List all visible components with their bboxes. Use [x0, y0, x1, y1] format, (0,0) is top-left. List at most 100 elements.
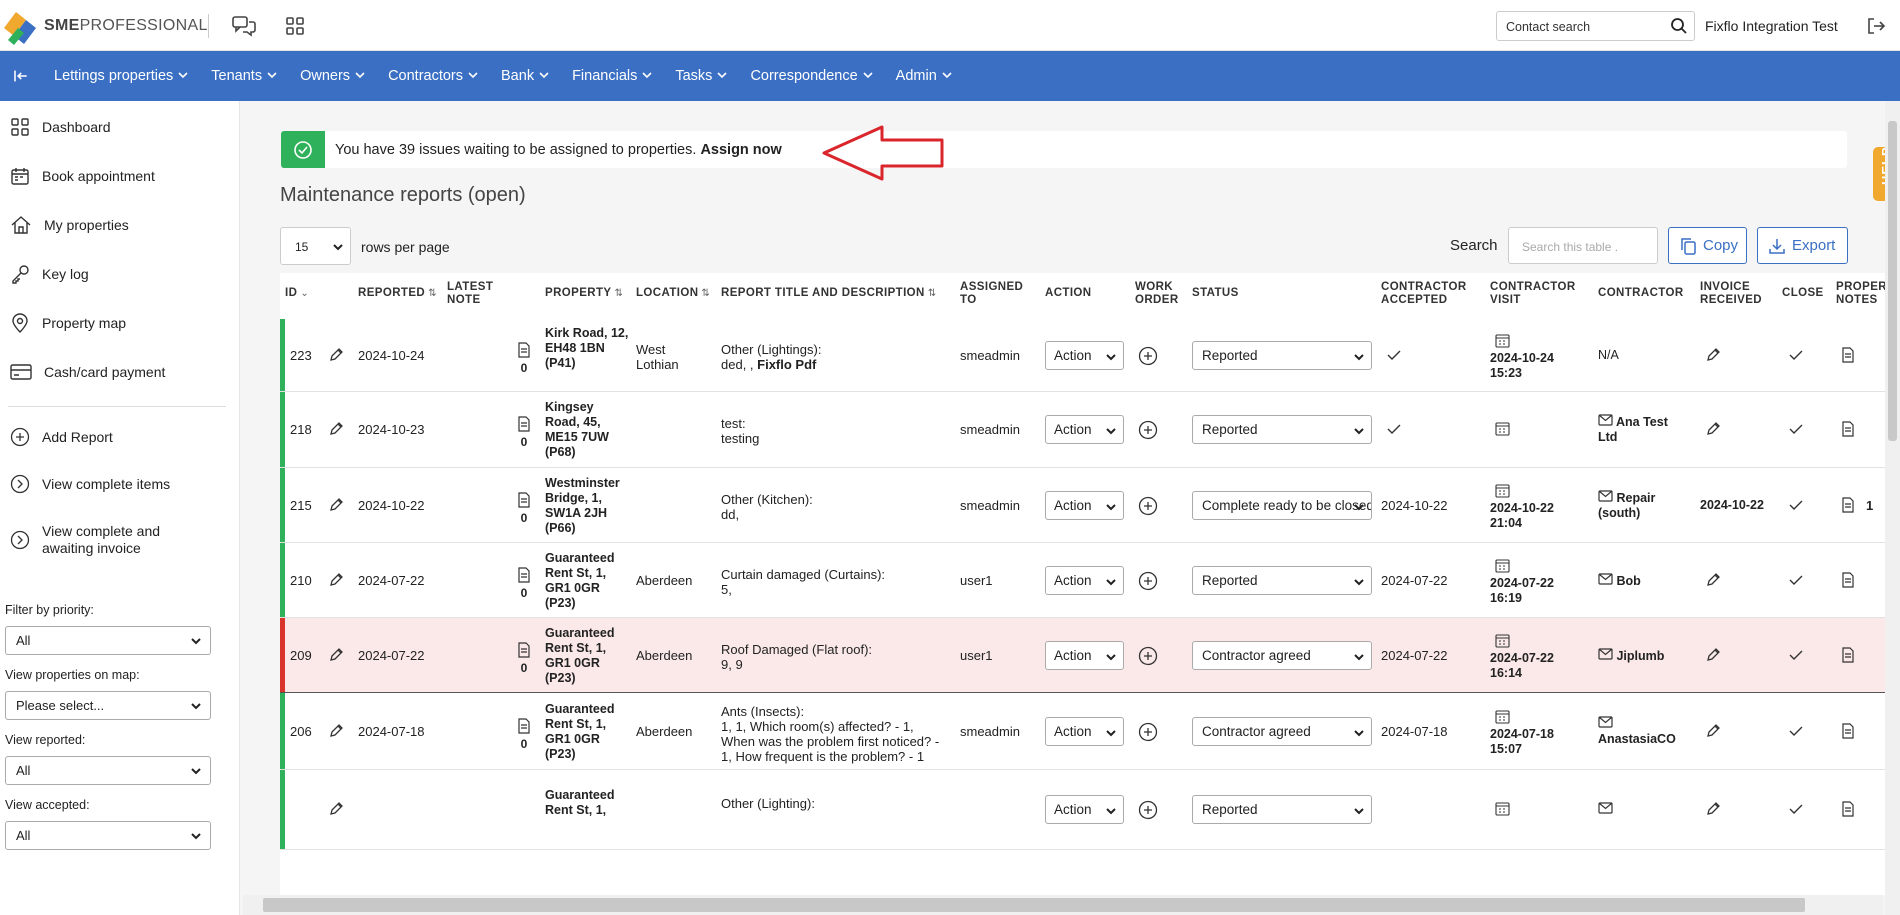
contractor-name[interactable]: Bob: [1598, 572, 1678, 589]
assign-now-link[interactable]: Assign now: [700, 142, 781, 158]
calendar-icon[interactable]: [1495, 333, 1510, 348]
col-assigned-to[interactable]: ASSIGNED TO: [960, 281, 1030, 307]
action-select[interactable]: Action: [1045, 716, 1124, 746]
report-description[interactable]: Other (Kitchen): dd,: [721, 492, 951, 522]
sidebar-item-key-log[interactable]: Key log: [10, 264, 89, 284]
check-icon[interactable]: [1788, 648, 1804, 662]
edit-pencil-icon[interactable]: [1705, 647, 1721, 663]
view-complete-items-link[interactable]: View complete items: [10, 474, 170, 494]
edit-pencil-icon[interactable]: [1705, 347, 1721, 363]
calendar-icon[interactable]: [1495, 709, 1510, 724]
property-link[interactable]: Kirk Road, 12, EH48 1BN (P41): [545, 326, 629, 371]
mail-icon[interactable]: [1598, 802, 1613, 814]
check-icon[interactable]: [1386, 422, 1402, 436]
edit-pencil-icon[interactable]: [328, 647, 344, 663]
calendar-icon[interactable]: [1495, 633, 1510, 648]
edit-pencil-icon[interactable]: [328, 723, 344, 739]
edit-pencil-icon[interactable]: [328, 421, 344, 437]
edit-pencil-icon[interactable]: [1705, 723, 1721, 739]
latest-note[interactable]: 0: [516, 566, 532, 600]
contractor-name[interactable]: Jiplumb: [1598, 647, 1678, 664]
nav-item-owners[interactable]: Owners: [300, 68, 366, 84]
nav-item-lettings-properties[interactable]: Lettings properties: [54, 68, 189, 84]
property-link[interactable]: Guaranteed Rent St, 1,: [545, 788, 629, 818]
add-work-order-icon[interactable]: [1138, 346, 1158, 366]
mail-icon[interactable]: [1598, 414, 1613, 426]
col-invoice-received[interactable]: INVOICE RECEIVED: [1700, 281, 1775, 307]
latest-note[interactable]: 0: [516, 341, 532, 375]
report-description[interactable]: Other (Lightings): ded, , Fixflo Pdf: [721, 342, 951, 372]
report-attachment[interactable]: Fixflo Pdf: [757, 357, 816, 372]
report-description[interactable]: test: testing: [721, 416, 951, 446]
property-link[interactable]: Guaranteed Rent St, 1, GR1 0GR (P23): [545, 626, 629, 686]
calendar-icon[interactable]: [1495, 421, 1510, 436]
note-document-icon[interactable]: [517, 717, 531, 734]
col-report-title[interactable]: REPORT TITLE AND DESCRIPTION ⇅: [721, 287, 937, 300]
contractor-visit[interactable]: 2024-07-22 16:19: [1490, 558, 1570, 606]
add-work-order-icon[interactable]: [1138, 800, 1158, 820]
calendar-icon[interactable]: [1495, 483, 1510, 498]
sidebar-item-my-properties[interactable]: My properties: [10, 215, 129, 235]
accepted-filter-select[interactable]: All: [5, 821, 211, 850]
edit-pencil-icon[interactable]: [328, 801, 344, 817]
contractor-name[interactable]: [1598, 802, 1678, 818]
vertical-scroll-thumb[interactable]: [1888, 121, 1897, 441]
nav-item-admin[interactable]: Admin: [896, 68, 953, 84]
contractor-visit[interactable]: 2024-10-24 15:23: [1490, 333, 1570, 381]
nav-item-contractors[interactable]: Contractors: [388, 68, 479, 84]
check-icon[interactable]: [1788, 573, 1804, 587]
report-id[interactable]: 209: [290, 648, 312, 663]
calendar-icon[interactable]: [1495, 558, 1510, 573]
latest-note[interactable]: 0: [516, 416, 532, 449]
action-select[interactable]: Action: [1045, 340, 1124, 370]
col-latest-note[interactable]: LATEST NOTE: [447, 281, 499, 307]
note-document-icon[interactable]: [517, 641, 531, 658]
logout-icon[interactable]: [1866, 16, 1886, 36]
check-icon[interactable]: [1788, 422, 1804, 436]
contractor-visit[interactable]: 2024-07-22 16:14: [1490, 633, 1570, 681]
nav-item-financials[interactable]: Financials: [572, 68, 653, 84]
horizontal-scroll-thumb[interactable]: [263, 898, 1805, 912]
rows-per-page-select[interactable]: 15: [280, 227, 351, 265]
note-document-icon[interactable]: [1841, 801, 1855, 817]
col-contractor-accepted[interactable]: CONTRACTOR ACCEPTED: [1381, 281, 1477, 307]
table-search-input[interactable]: Search this table .: [1508, 227, 1658, 264]
contractor-visit[interactable]: 2024-07-18 15:07: [1490, 709, 1570, 757]
add-work-order-icon[interactable]: [1138, 722, 1158, 742]
logo[interactable]: SMEPROFESSIONAL: [2, 6, 208, 46]
collapse-sidebar-icon[interactable]: [0, 66, 36, 86]
report-id[interactable]: 218: [290, 422, 312, 437]
action-select[interactable]: Action: [1045, 565, 1124, 595]
sidebar-item-dashboard[interactable]: Dashboard: [10, 117, 111, 137]
calendar-icon[interactable]: [1495, 801, 1510, 816]
col-contractor-visit[interactable]: CONTRACTOR VISIT: [1490, 281, 1580, 307]
nav-item-bank[interactable]: Bank: [501, 68, 550, 84]
report-id[interactable]: 215: [290, 498, 312, 513]
contractor-visit[interactable]: 2024-10-22 21:04: [1490, 483, 1570, 531]
sidebar-item-property-map[interactable]: Property map: [10, 313, 126, 333]
sidebar-item-cash-card-payment[interactable]: Cash/card payment: [10, 362, 165, 382]
status-select[interactable]: Contractor agreed: [1192, 640, 1372, 670]
sidebar-item-book-appointment[interactable]: Book appointment: [10, 166, 155, 186]
property-link[interactable]: Guaranteed Rent St, 1, GR1 0GR (P23): [545, 551, 629, 611]
mail-icon[interactable]: [1598, 572, 1613, 585]
table-row[interactable]: 206 2024-07-18 0 Guaranteed Rent St, 1, GR1…: [280, 693, 1888, 770]
table-row[interactable]: 210 2024-07-22 0 Guaranteed Rent St, 1, GR1…: [280, 543, 1888, 618]
reported-filter-select[interactable]: All: [5, 756, 211, 785]
report-id[interactable]: 223: [290, 348, 312, 363]
edit-pencil-icon[interactable]: [328, 572, 344, 588]
user-name[interactable]: Fixflo Integration Test: [1705, 18, 1838, 34]
note-document-icon[interactable]: [1841, 646, 1855, 663]
note-document-icon[interactable]: [1841, 496, 1855, 513]
nav-item-correspondence[interactable]: Correspondence: [750, 68, 873, 84]
report-description[interactable]: Roof Damaged (Flat roof): 9, 9: [721, 642, 951, 672]
property-link[interactable]: Guaranteed Rent St, 1, GR1 0GR (P23): [545, 702, 629, 762]
check-icon[interactable]: [1788, 724, 1804, 738]
col-property[interactable]: PROPERTY ⇅: [545, 287, 623, 300]
action-select[interactable]: Action: [1045, 415, 1124, 444]
mail-icon[interactable]: [1598, 647, 1613, 660]
note-document-icon[interactable]: [1841, 346, 1855, 363]
status-select[interactable]: Complete ready to be closed: [1192, 490, 1372, 520]
horizontal-scrollbar[interactable]: [243, 895, 1883, 915]
status-select[interactable]: Reported: [1192, 340, 1372, 370]
